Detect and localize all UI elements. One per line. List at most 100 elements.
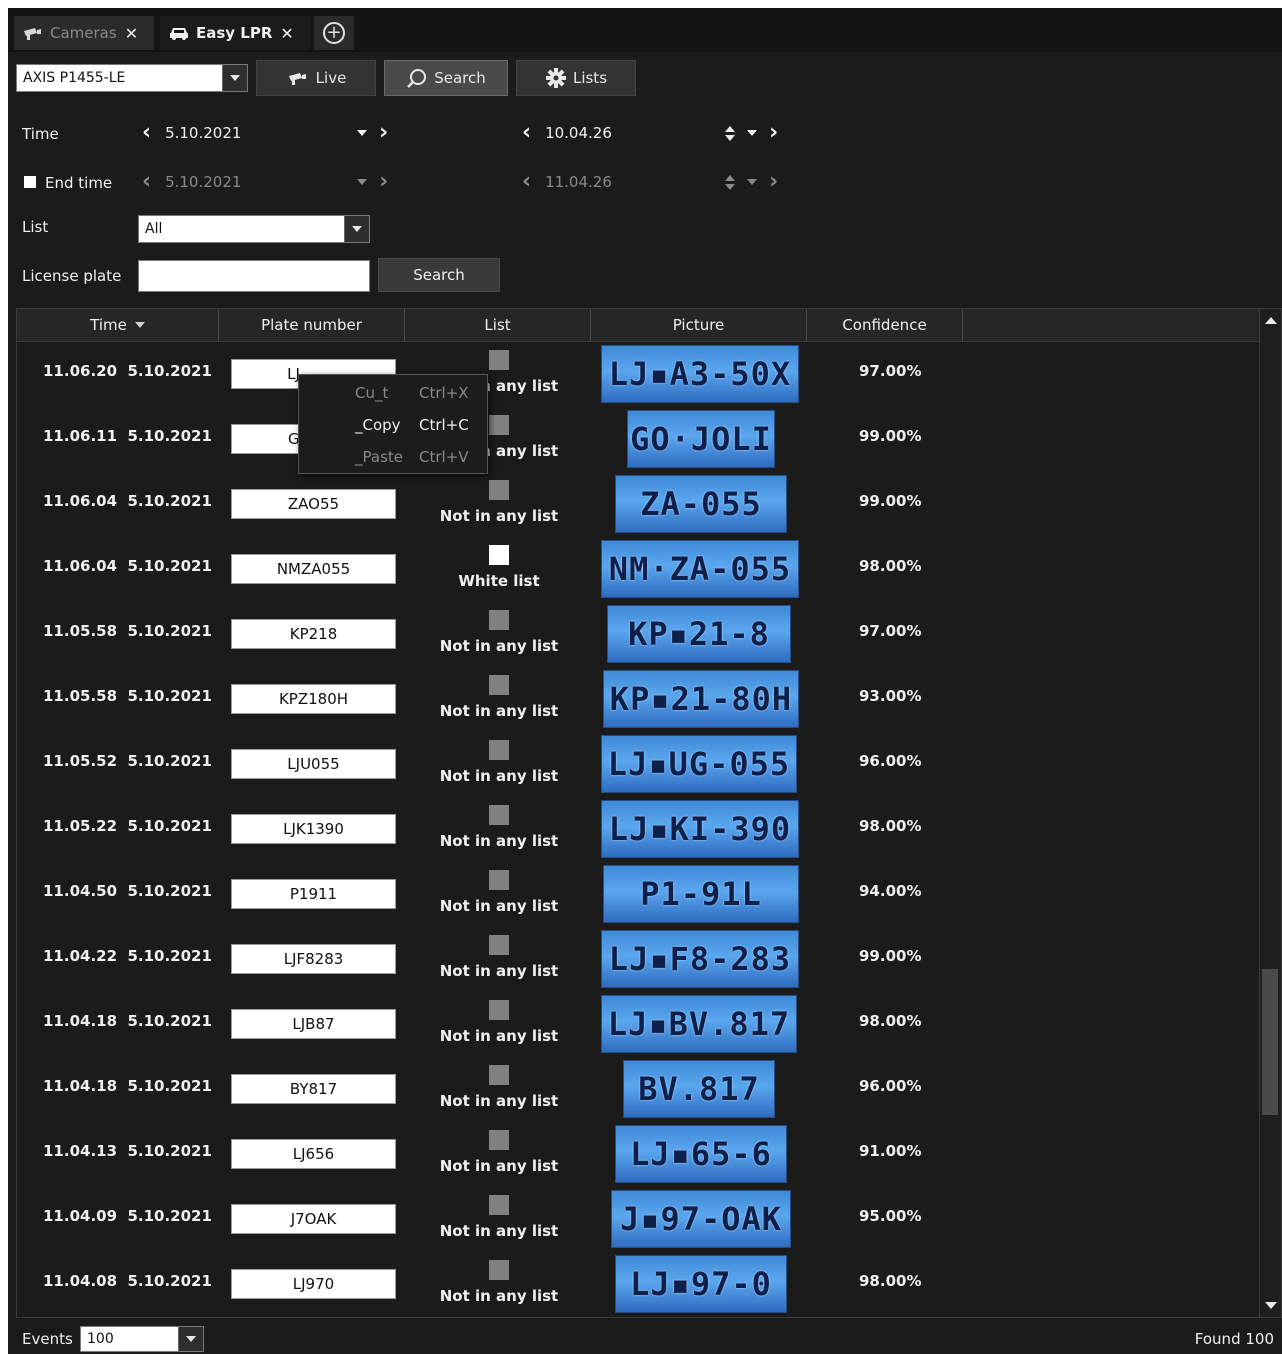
table-row[interactable]: 11.04.08 5.10.2021 LJ970 Not in any list LJ…: [17, 1252, 1259, 1317]
chevron-left-icon[interactable]: ‹: [522, 171, 531, 193]
row-time: 11.05.58 5.10.2021: [43, 687, 212, 705]
plate-number-field[interactable]: J7OAK: [231, 1204, 396, 1234]
vertical-scrollbar[interactable]: [1259, 309, 1281, 1317]
plate-number-field[interactable]: LJU055: [231, 749, 396, 779]
row-time: 11.05.58 5.10.2021: [43, 622, 212, 640]
menu-item-label: _Paste: [355, 448, 403, 466]
close-tab-icon[interactable]: ✕: [125, 24, 138, 43]
plate-number-field[interactable]: LJ970: [231, 1269, 396, 1299]
row-time: 11.06.11 5.10.2021: [43, 427, 212, 445]
table-row[interactable]: 11.06.11 5.10.2021 G Not in any list GO·JOL…: [17, 407, 1259, 472]
chevron-right-icon[interactable]: ›: [769, 122, 778, 144]
row-confidence: 96.00%: [859, 752, 922, 770]
row-list-name: Not in any list: [439, 1092, 559, 1110]
camera-icon: [24, 28, 41, 40]
chevron-down-icon[interactable]: [747, 179, 758, 185]
sort-down-icon: [134, 322, 145, 328]
close-tab-icon[interactable]: ✕: [280, 24, 293, 43]
chevron-down-icon[interactable]: [344, 216, 369, 242]
list-color-swatch: [489, 545, 509, 565]
list-color-swatch: [489, 870, 509, 890]
chevron-down-icon[interactable]: [222, 65, 247, 91]
plate-number-field[interactable]: KP218: [231, 619, 396, 649]
table-row[interactable]: 11.05.58 5.10.2021 KP218 Not in any list KP…: [17, 602, 1259, 667]
column-header-plate[interactable]: Plate number: [219, 309, 405, 341]
plate-number-field[interactable]: KPZ180H: [231, 684, 396, 714]
menu-item-copy[interactable]: _Copy Ctrl+C: [299, 409, 489, 441]
plate-number-field[interactable]: NMZA055: [231, 554, 396, 584]
chevron-down-icon[interactable]: [178, 1327, 203, 1351]
menu-item-paste[interactable]: _Paste Ctrl+V: [299, 441, 489, 473]
table-row[interactable]: 11.05.52 5.10.2021 LJU055 Not in any list L…: [17, 732, 1259, 797]
table-row[interactable]: 11.05.22 5.10.2021 LJK1390 Not in any list…: [17, 797, 1259, 862]
spinner-icon[interactable]: [725, 125, 736, 141]
end-clock-picker[interactable]: ‹ 11.04.26 ›: [522, 171, 812, 193]
time-clock-picker[interactable]: ‹ 10.04.26 ›: [522, 122, 812, 144]
row-confidence: 98.00%: [859, 1272, 922, 1290]
plate-number-field[interactable]: LJ656: [231, 1139, 396, 1169]
table-row[interactable]: 11.04.50 5.10.2021 P1911 Not in any list P1…: [17, 862, 1259, 927]
search-mode-button[interactable]: Search: [384, 60, 508, 96]
tab-cameras[interactable]: Cameras ✕: [14, 16, 154, 50]
chevron-left-icon[interactable]: ‹: [142, 171, 151, 193]
chevron-left-icon[interactable]: ‹: [142, 122, 151, 144]
events-select[interactable]: 100: [80, 1326, 204, 1352]
time-date-value: 5.10.2021: [165, 124, 242, 142]
plate-picture-text: LJ▪UG-055: [607, 745, 791, 783]
scroll-down-icon[interactable]: [1265, 1302, 1277, 1309]
list-select[interactable]: All: [138, 215, 370, 243]
row-time: 11.05.22 5.10.2021: [43, 817, 212, 835]
chevron-down-icon[interactable]: [747, 130, 758, 136]
lists-button[interactable]: Lists: [516, 60, 636, 96]
plate-number-field[interactable]: ZAO55: [231, 489, 396, 519]
menu-item-cut[interactable]: Cu_t Ctrl+X: [299, 377, 489, 409]
events-select-value: 100: [87, 1331, 114, 1347]
plate-picture: LJ▪UG-055: [601, 735, 797, 793]
chevron-right-icon[interactable]: ›: [769, 171, 778, 193]
plate-picture: LJ▪KI-390: [601, 800, 799, 858]
row-confidence: 97.00%: [859, 622, 922, 640]
plate-number-field[interactable]: LJF8283: [231, 944, 396, 974]
list-color-swatch: [489, 740, 509, 760]
plate-number-field[interactable]: LJK1390: [231, 814, 396, 844]
row-list-name: Not in any list: [439, 1157, 559, 1175]
table-row[interactable]: 11.04.18 5.10.2021 BY817 Not in any list BV…: [17, 1057, 1259, 1122]
search-button[interactable]: Search: [378, 258, 500, 292]
table-row[interactable]: 11.06.04 5.10.2021 NMZA055 White list NM·ZA…: [17, 537, 1259, 602]
plate-number-field[interactable]: BY817: [231, 1074, 396, 1104]
add-tab-button[interactable]: +: [314, 16, 354, 50]
column-header-label: Confidence: [842, 316, 927, 334]
table-row[interactable]: 11.06.04 5.10.2021 ZAO55 Not in any list ZA…: [17, 472, 1259, 537]
column-header-list[interactable]: List: [405, 309, 591, 341]
plate-number-field[interactable]: P1911: [231, 879, 396, 909]
chevron-down-icon[interactable]: [357, 130, 368, 136]
table-row[interactable]: 11.06.20 5.10.2021 LJ Not in any list LJ▪A3…: [17, 342, 1259, 407]
chevron-down-icon[interactable]: [357, 179, 368, 185]
end-date-picker[interactable]: ‹ 5.10.2021 ›: [142, 171, 422, 193]
table-row[interactable]: 11.05.58 5.10.2021 KPZ180H Not in any list…: [17, 667, 1259, 732]
live-button[interactable]: Live: [256, 60, 376, 96]
license-plate-input[interactable]: [138, 260, 370, 292]
scroll-up-icon[interactable]: [1265, 317, 1277, 324]
column-header-confidence[interactable]: Confidence: [807, 309, 963, 341]
plate-number-field[interactable]: LJB87: [231, 1009, 396, 1039]
chevron-left-icon[interactable]: ‹: [522, 122, 531, 144]
table-row[interactable]: 11.04.18 5.10.2021 LJB87 Not in any list LJ…: [17, 992, 1259, 1057]
end-time-checkbox[interactable]: [24, 176, 36, 188]
time-date-picker[interactable]: ‹ 5.10.2021 ›: [142, 122, 422, 144]
row-confidence: 96.00%: [859, 1077, 922, 1095]
camera-select[interactable]: AXIS P1455-LE: [16, 64, 248, 92]
table-row[interactable]: 11.04.13 5.10.2021 LJ656 Not in any list LJ…: [17, 1122, 1259, 1187]
chevron-right-icon[interactable]: ›: [379, 122, 388, 144]
table-row[interactable]: 11.04.09 5.10.2021 J7OAK Not in any list J▪…: [17, 1187, 1259, 1252]
tab-easy-lpr[interactable]: Easy LPR ✕: [160, 16, 310, 50]
row-list-name: Not in any list: [439, 767, 559, 785]
spinner-icon[interactable]: [725, 174, 736, 190]
table-row[interactable]: 11.04.22 5.10.2021 LJF8283 Not in any list…: [17, 927, 1259, 992]
chevron-right-icon[interactable]: ›: [379, 171, 388, 193]
row-list-name: Not in any list: [439, 1027, 559, 1045]
car-icon: [170, 28, 188, 40]
column-header-time[interactable]: Time: [17, 309, 219, 341]
scrollbar-thumb[interactable]: [1262, 969, 1278, 1115]
column-header-picture[interactable]: Picture: [591, 309, 807, 341]
